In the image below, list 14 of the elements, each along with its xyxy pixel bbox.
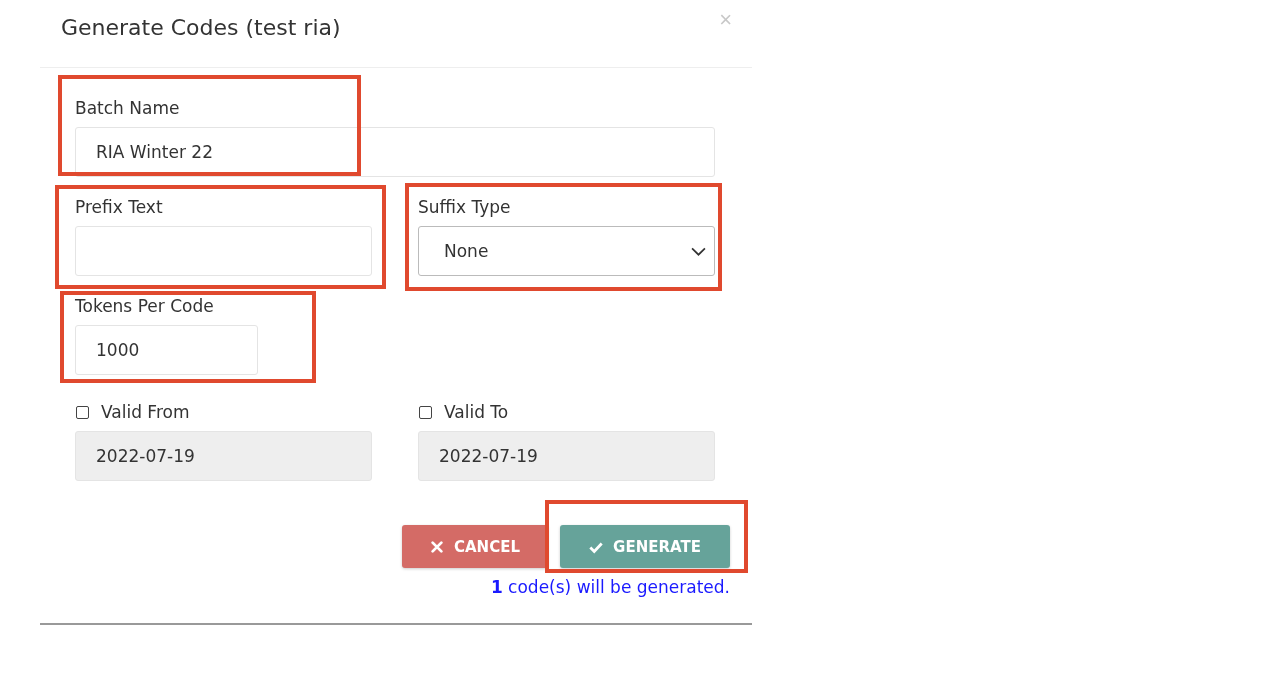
suffix-select[interactable]: None [418, 226, 715, 276]
code-count-note: 1 code(s) will be generated. [490, 576, 730, 599]
close-icon [430, 539, 444, 554]
field-label: Valid To [444, 401, 509, 423]
field-label: Suffix Type [418, 196, 512, 218]
dialog-title: Generate Codes (test ria) [61, 14, 341, 42]
field-label: Batch Name [75, 97, 181, 119]
chevron-down-icon [691, 246, 706, 256]
field-label: Valid From [101, 401, 190, 423]
field-label: Prefix Text [75, 196, 164, 218]
input-field[interactable] [75, 226, 372, 276]
input-field[interactable]: RIA Winter 22 [75, 127, 715, 177]
input-field[interactable]: 1000 [75, 325, 258, 375]
field-label: Tokens Per Code [75, 295, 215, 317]
